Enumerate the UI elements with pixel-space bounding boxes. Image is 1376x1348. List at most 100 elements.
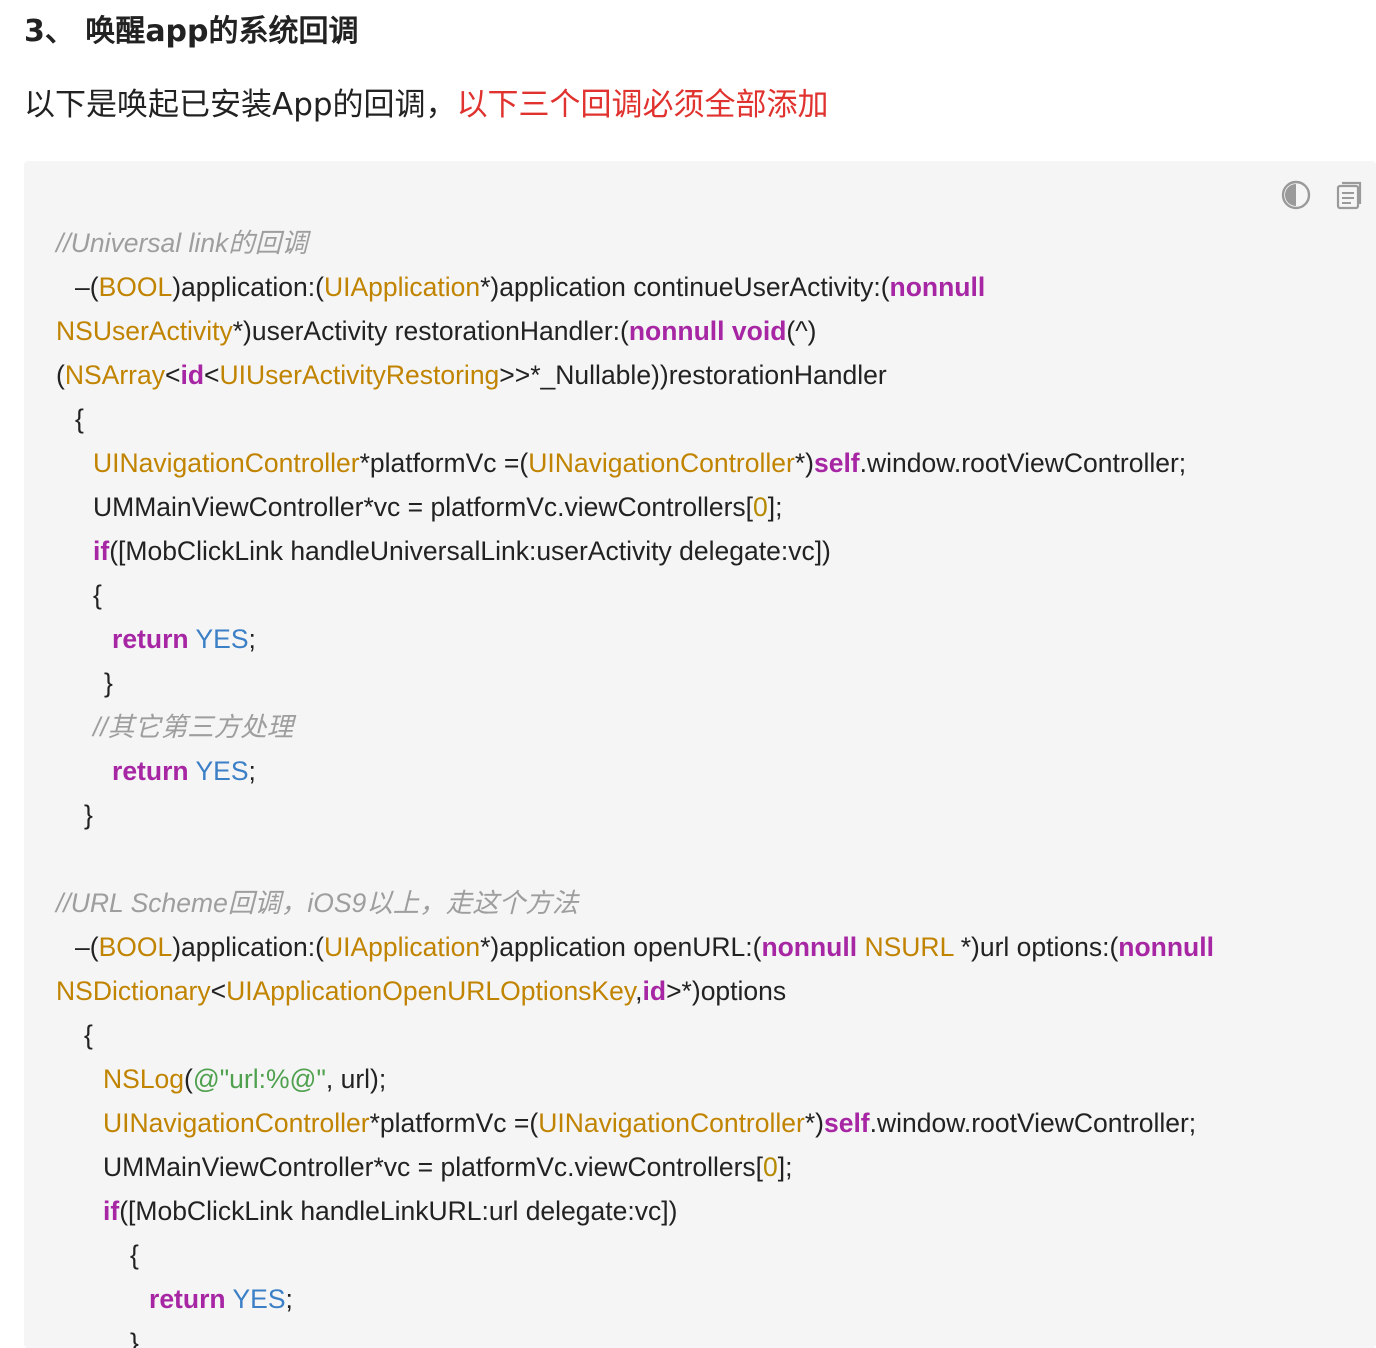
code-line: (NSArray<id<UIUserActivityRestoring>>*_N…	[24, 353, 1376, 397]
code-token: void	[731, 316, 787, 346]
code-token: {	[93, 580, 102, 610]
code-token: (^)	[786, 316, 817, 346]
code-line: }	[24, 793, 1376, 837]
code-token: UINavigationController	[93, 448, 360, 478]
code-line: UINavigationController*platformVc =(UINa…	[24, 1101, 1376, 1145]
code-token: nonnull	[889, 272, 986, 302]
code-token: ];	[767, 492, 783, 522]
code-token: ;	[248, 624, 256, 654]
code-token: >>*_Nullable))restorationHandler	[499, 360, 887, 390]
code-token: if	[93, 536, 110, 566]
code-token: ];	[777, 1152, 793, 1182]
section-heading: 3、 唤醒app的系统回调	[24, 14, 359, 49]
code-token: –(	[75, 932, 99, 962]
code-token: id	[180, 360, 205, 390]
code-token: nonnull	[1118, 932, 1214, 962]
code-line: return YES;	[24, 749, 1376, 793]
code-line: }	[24, 661, 1376, 705]
code-line: UMMainViewController*vc = platformVc.vie…	[24, 1145, 1376, 1189]
code-token: {	[130, 1240, 139, 1270]
code-token: //URL Scheme回调，iOS9以上，走这个方法	[56, 888, 579, 918]
code-line: NSLog(@"url:%@", url);	[24, 1057, 1376, 1101]
code-token: return	[112, 756, 189, 786]
code-token: *platformVc =(	[359, 448, 529, 478]
intro-warning: 以下三个回调必须全部添加	[456, 87, 829, 123]
code-token: *)	[794, 448, 814, 478]
code-token: UIApplication	[323, 272, 481, 302]
code-line: {	[24, 1013, 1376, 1057]
intro-text: 以下是唤起已安装App的回调，	[24, 87, 457, 123]
code-token: self	[813, 448, 860, 478]
code-token: <	[164, 360, 181, 390]
code-token: .window.rootViewController;	[869, 1108, 1197, 1138]
code-token: //Universal link的回调	[56, 228, 308, 258]
code-line: if([MobClickLink handleLinkURL:url deleg…	[24, 1189, 1376, 1233]
code-line: NSUserActivity*)userActivity restoration…	[24, 309, 1376, 353]
code-token: <	[210, 976, 227, 1006]
code-line: //其它第三方处理	[24, 705, 1376, 749]
code-token: UIApplication	[323, 932, 481, 962]
code-token: 0	[763, 1152, 778, 1182]
code-token: NSDictionary	[56, 976, 211, 1006]
code-token: *platformVc =(	[369, 1108, 539, 1138]
code-token: *)userActivity restorationHandler:(	[232, 316, 629, 346]
code-line: {	[24, 397, 1376, 441]
code-token: }	[84, 800, 93, 830]
code-token: YES	[195, 756, 249, 786]
code-token: *)application openURL:(	[480, 932, 762, 962]
code-token: @"url:%@"	[192, 1064, 326, 1094]
code-token: id	[642, 976, 667, 1006]
code-token: NSLog	[103, 1064, 185, 1094]
contrast-icon[interactable]	[1278, 177, 1314, 213]
code-line: //URL Scheme回调，iOS9以上，走这个方法	[24, 881, 1376, 925]
code-token: –(	[75, 272, 99, 302]
code-token: 0	[753, 492, 768, 522]
code-token: ([MobClickLink handleUniversalLink:userA…	[109, 536, 831, 566]
code-token: NSUserActivity	[56, 316, 233, 346]
code-token: }	[130, 1328, 139, 1348]
code-token: nonnull	[628, 316, 725, 346]
code-token: {	[84, 1020, 93, 1050]
code-token: )application:(	[172, 272, 324, 302]
code-token: <	[204, 360, 220, 390]
code-token: ([MobClickLink handleLinkURL:url delegat…	[119, 1196, 678, 1226]
code-token: ,	[635, 976, 643, 1006]
code-block: //Universal link的回调 –(BOOL)application:(U…	[24, 161, 1376, 1348]
code-token: )application:(	[172, 932, 324, 962]
copy-icon[interactable]	[1331, 177, 1367, 213]
code-token: NSURL	[864, 932, 954, 962]
code-token: YES	[195, 624, 249, 654]
article-page: 3、 唤醒app的系统回调 以下是唤起已安装App的回调，以下三个回调必须全部添…	[0, 0, 1376, 1348]
code-line: //Universal link的回调	[24, 221, 1376, 265]
code-token: return	[112, 624, 189, 654]
code-token: >*)options	[666, 976, 787, 1006]
code-line: return YES;	[24, 1277, 1376, 1321]
code-token: UIUserActivityRestoring	[219, 360, 500, 390]
code-token: if	[103, 1196, 120, 1226]
code-line: }	[24, 1321, 1376, 1348]
intro-paragraph: 以下是唤起已安装App的回调，以下三个回调必须全部添加	[24, 80, 829, 130]
code-line: return YES;	[24, 617, 1376, 661]
code-token: {	[75, 404, 84, 434]
code-token: NSArray	[64, 360, 165, 390]
code-line: if([MobClickLink handleUniversalLink:use…	[24, 529, 1376, 573]
code-token: UMMainViewController*vc = platformVc.vie…	[93, 492, 754, 522]
code-content: //Universal link的回调 –(BOOL)application:(U…	[24, 221, 1376, 1348]
code-token: YES	[232, 1284, 286, 1314]
code-token: *)	[804, 1108, 824, 1138]
code-token: (	[184, 1064, 193, 1094]
code-token: UINavigationController	[103, 1108, 370, 1138]
code-line: NSDictionary<UIApplicationOpenURLOptions…	[24, 969, 1376, 1013]
code-token: *)application continueUserActivity:(	[480, 272, 890, 302]
code-token: UIApplicationOpenURLOptionsKey	[226, 976, 636, 1006]
code-token: UINavigationController	[538, 1108, 805, 1138]
code-token: UINavigationController	[528, 448, 795, 478]
code-token: BOOL	[98, 932, 173, 962]
code-token: }	[104, 668, 113, 698]
code-token: UMMainViewController*vc = platformVc.vie…	[103, 1152, 764, 1182]
code-token: .window.rootViewController;	[859, 448, 1187, 478]
code-line: {	[24, 1233, 1376, 1277]
code-token: self	[823, 1108, 870, 1138]
